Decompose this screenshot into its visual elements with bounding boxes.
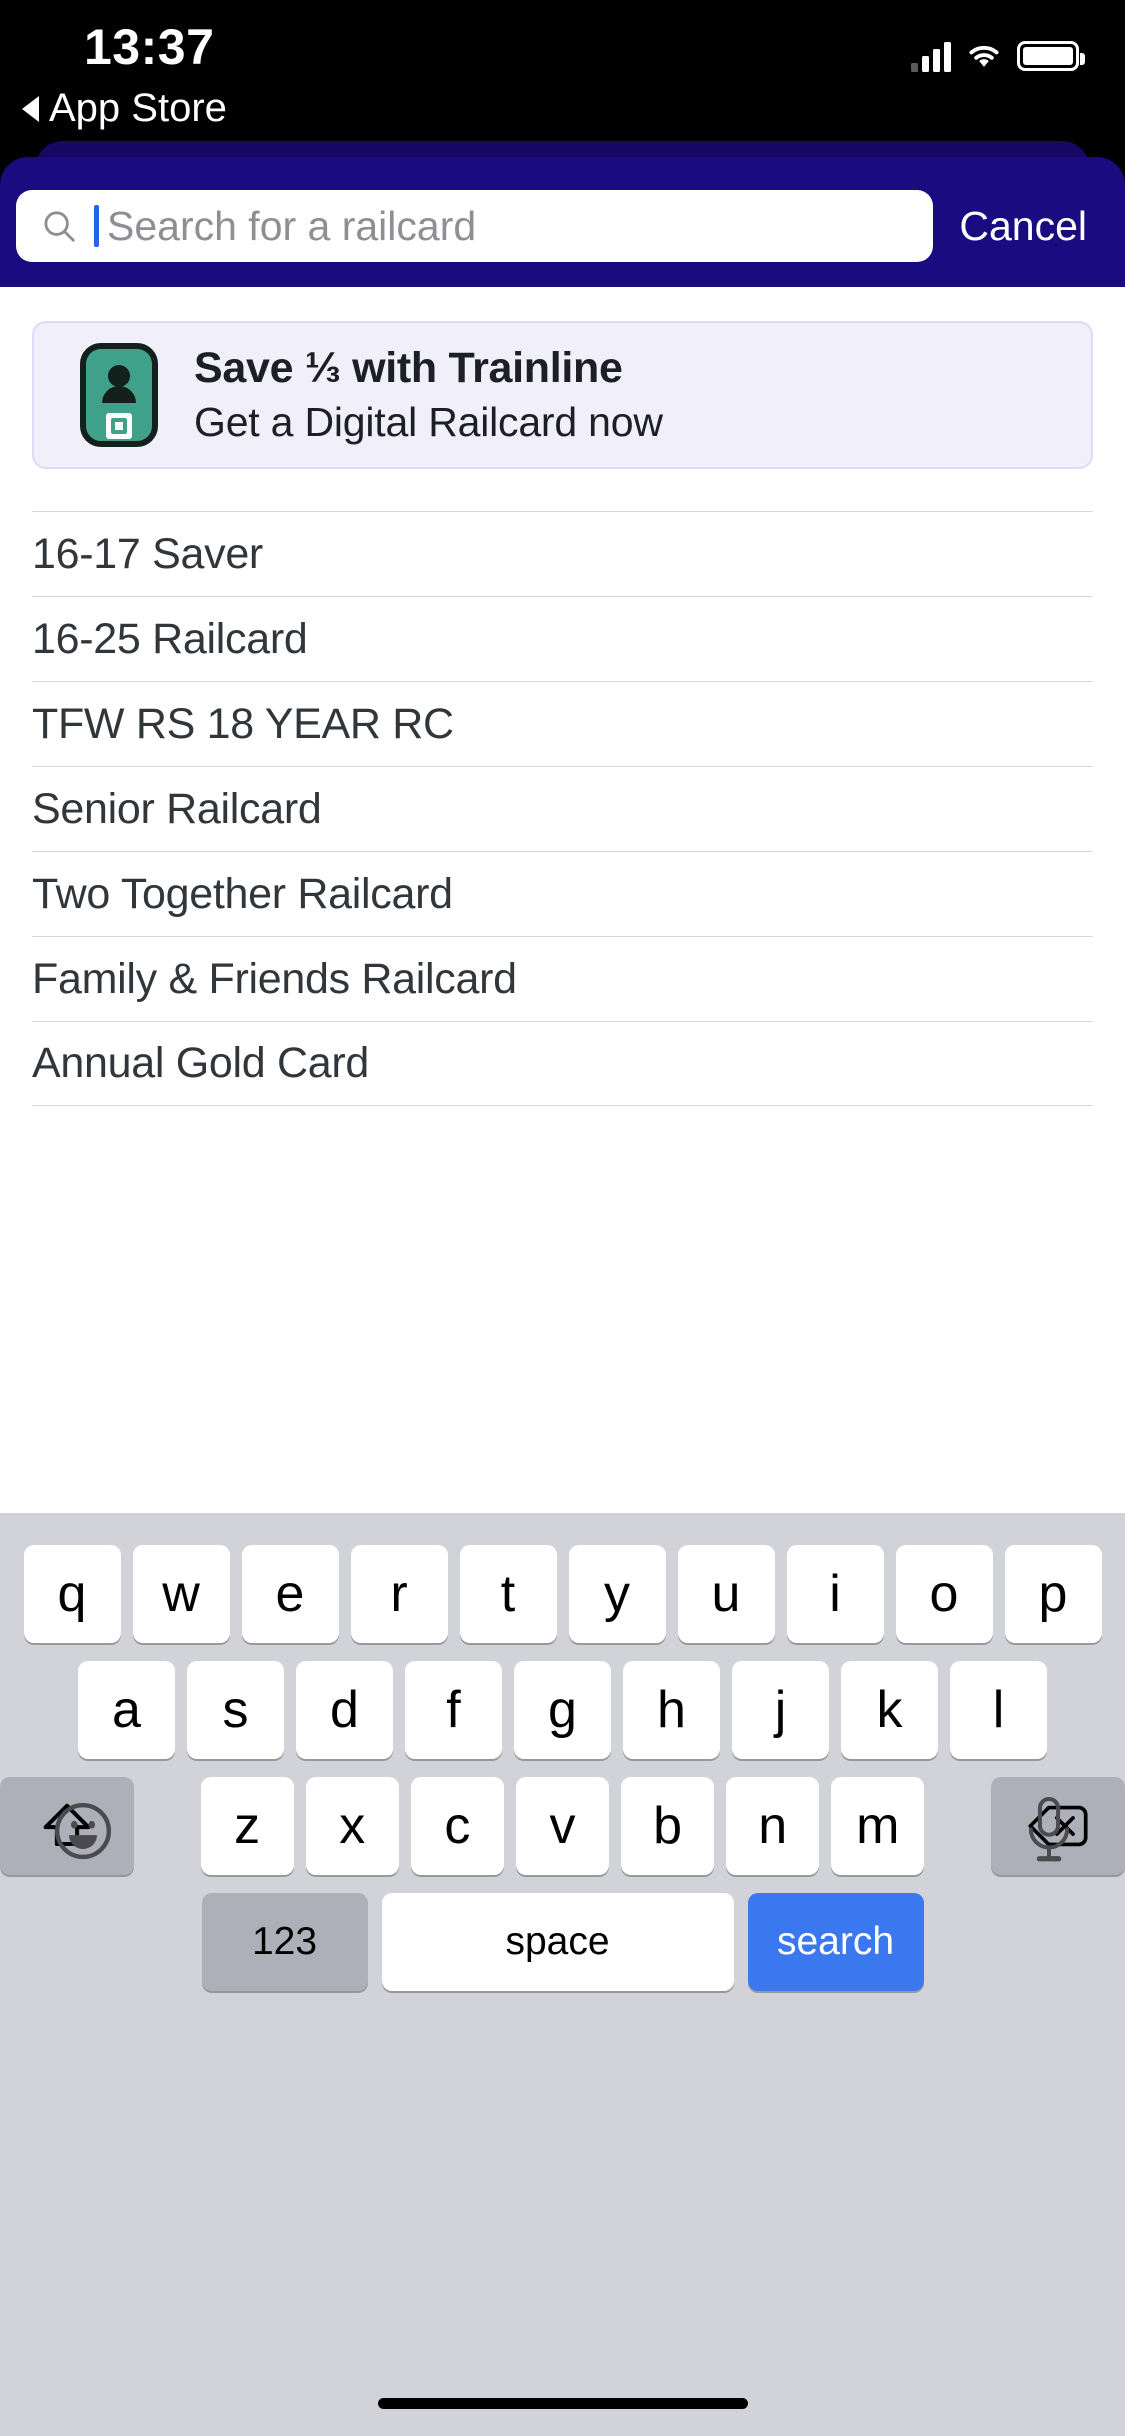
search-key[interactable]: search: [747, 1893, 924, 1991]
key-f[interactable]: f: [405, 1661, 502, 1759]
microphone-icon[interactable]: [1025, 1796, 1073, 1866]
list-item[interactable]: Family & Friends Railcard: [32, 936, 1093, 1021]
key-a[interactable]: a: [78, 1661, 175, 1759]
key-u[interactable]: u: [677, 1545, 775, 1643]
numeric-key[interactable]: 123: [201, 1893, 368, 1991]
key-p[interactable]: p: [1004, 1545, 1102, 1643]
key-l[interactable]: l: [950, 1661, 1047, 1759]
keyboard-row-1: q w e r t y u i o p: [0, 1513, 1125, 1643]
key-g[interactable]: g: [514, 1661, 611, 1759]
search-bar: Search for a railcard Cancel: [0, 190, 1125, 262]
promo-title: Save ⅓ with Trainline: [194, 344, 623, 392]
promo-subtitle: Get a Digital Railcard now: [194, 399, 663, 445]
promo-banner[interactable]: Save ⅓ with Trainline Get a Digital Rail…: [32, 321, 1093, 469]
battery-icon: [1017, 41, 1085, 71]
key-e[interactable]: e: [241, 1545, 339, 1643]
home-indicator: [377, 2398, 748, 2409]
list-item[interactable]: 16-17 Saver: [32, 511, 1093, 596]
railcard-list: 16-17 Saver 16-25 Railcard TFW RS 18 YEA…: [0, 511, 1125, 1106]
cancel-button[interactable]: Cancel: [933, 203, 1109, 250]
on-screen-keyboard: q w e r t y u i o p a s d f g h j k l z …: [0, 1513, 1125, 2436]
search-placeholder: Search for a railcard: [107, 202, 477, 249]
key-o[interactable]: o: [895, 1545, 993, 1643]
search-icon: [44, 211, 75, 242]
key-w[interactable]: w: [132, 1545, 230, 1643]
key-r[interactable]: r: [350, 1545, 448, 1643]
key-k[interactable]: k: [841, 1661, 938, 1759]
emoji-smiley-icon[interactable]: [52, 1800, 114, 1862]
key-s[interactable]: s: [187, 1661, 284, 1759]
list-item[interactable]: Annual Gold Card: [32, 1021, 1093, 1106]
keyboard-bottom-bar: [0, 1778, 1125, 1898]
key-h[interactable]: h: [623, 1661, 720, 1759]
status-bar-time: 13:37: [84, 19, 215, 75]
wifi-icon: [969, 45, 999, 67]
key-j[interactable]: j: [732, 1661, 829, 1759]
cellular-signal-icon: [911, 40, 951, 72]
list-item-label: 16-17 Saver: [32, 529, 263, 578]
status-bar-indicators: [911, 40, 1085, 72]
list-item[interactable]: Two Together Railcard: [32, 851, 1093, 936]
key-d[interactable]: d: [296, 1661, 393, 1759]
text-cursor: [94, 205, 99, 247]
list-item-label: 16-25 Railcard: [32, 614, 308, 663]
list-item[interactable]: Senior Railcard: [32, 766, 1093, 851]
list-item-label: Two Together Railcard: [32, 869, 453, 918]
key-t[interactable]: t: [459, 1545, 557, 1643]
list-item-label: Senior Railcard: [32, 784, 322, 833]
key-i[interactable]: i: [786, 1545, 884, 1643]
keyboard-row-2: a s d f g h j k l: [0, 1643, 1125, 1759]
search-input[interactable]: Search for a railcard: [16, 190, 934, 262]
list-item[interactable]: 16-25 Railcard: [32, 596, 1093, 681]
back-label: App Store: [49, 86, 227, 130]
main-content: Save ⅓ with Trainline Get a Digital Rail…: [0, 287, 1125, 1513]
back-to-app-store-link[interactable]: App Store: [22, 86, 227, 131]
key-y[interactable]: y: [568, 1545, 666, 1643]
key-q[interactable]: q: [23, 1545, 121, 1643]
space-key[interactable]: space: [381, 1893, 734, 1991]
list-item-label: Annual Gold Card: [32, 1039, 370, 1087]
list-item[interactable]: TFW RS 18 YEAR RC: [32, 681, 1093, 766]
list-item-label: TFW RS 18 YEAR RC: [32, 699, 454, 748]
list-item-label: Family & Friends Railcard: [32, 954, 517, 1003]
back-triangle-icon: [22, 95, 39, 122]
digital-railcard-icon: [80, 343, 158, 447]
